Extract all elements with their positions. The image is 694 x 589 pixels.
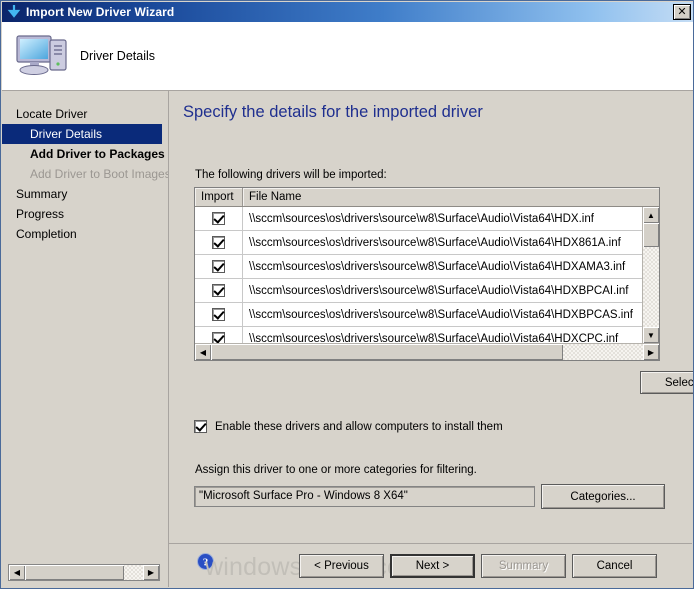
- row-file-name: \\sccm\sources\os\drivers\source\w8\Surf…: [249, 212, 594, 225]
- row-file-name: \\sccm\sources\os\drivers\source\w8\Surf…: [249, 284, 629, 297]
- previous-button[interactable]: < Previous: [299, 554, 384, 578]
- window-titlebar: Import New Driver Wizard ✕: [2, 2, 693, 22]
- sidebar-item-completion[interactable]: Completion: [2, 224, 168, 244]
- assign-categories-description: Assign this driver to one or more catego…: [195, 464, 477, 476]
- page-title: Specify the details for the imported dri…: [183, 103, 483, 121]
- table-body: \\sccm\sources\os\drivers\source\w8\Surf…: [195, 207, 642, 343]
- sidebar-scroll-thumb[interactable]: [25, 565, 125, 580]
- sidebar-item-locate-driver[interactable]: Locate Driver: [2, 104, 168, 124]
- enable-drivers-label: Enable these drivers and allow computers…: [215, 420, 503, 433]
- table-vscroll-thumb[interactable]: [643, 223, 659, 247]
- enable-drivers-row[interactable]: Enable these drivers and allow computers…: [194, 420, 503, 433]
- next-button[interactable]: Next >: [390, 554, 475, 578]
- select-all-button[interactable]: Select All: [640, 371, 693, 394]
- scroll-left-icon[interactable]: ◀: [9, 565, 25, 580]
- row-import-cell[interactable]: [195, 327, 243, 343]
- table-hscroll-thumb[interactable]: [211, 344, 563, 360]
- table-row[interactable]: \\sccm\sources\os\drivers\source\w8\Surf…: [195, 231, 642, 255]
- scroll-right-icon[interactable]: ▶: [143, 565, 159, 580]
- scroll-down-icon[interactable]: ▼: [643, 327, 659, 343]
- row-import-cell[interactable]: [195, 207, 243, 230]
- wizard-page-heading: Driver Details: [80, 49, 156, 63]
- sidebar-item-summary[interactable]: Summary: [2, 184, 168, 204]
- import-checkbox[interactable]: [212, 332, 225, 343]
- driver-list-caption: The following drivers will be imported:: [195, 169, 387, 181]
- table-vertical-scrollbar[interactable]: ▲ ▼: [642, 207, 659, 343]
- row-import-cell[interactable]: [195, 303, 243, 326]
- column-header-import[interactable]: Import: [195, 188, 243, 206]
- table-row[interactable]: \\sccm\sources\os\drivers\source\w8\Surf…: [195, 303, 642, 327]
- table-row[interactable]: \\sccm\sources\os\drivers\source\w8\Surf…: [195, 255, 642, 279]
- import-new-driver-wizard-window: Import New Driver Wizard ✕ Driver Detail…: [0, 0, 694, 589]
- table-header-row: Import File Name: [195, 188, 659, 207]
- categories-input[interactable]: "Microsoft Surface Pro - Windows 8 X64": [194, 486, 535, 507]
- sidebar-item-add-driver-to-boot-images: Add Driver to Boot Images: [30, 167, 169, 181]
- row-import-cell[interactable]: [195, 231, 243, 254]
- table-horizontal-scrollbar[interactable]: ◀ ▶: [195, 343, 659, 360]
- window-title: Import New Driver Wizard: [26, 5, 175, 19]
- column-header-file-name[interactable]: File Name: [243, 188, 659, 206]
- wizard-header: Driver Details: [2, 22, 693, 91]
- table-row[interactable]: \\sccm\sources\os\drivers\source\w8\Surf…: [195, 327, 642, 343]
- import-checkbox[interactable]: [212, 212, 225, 225]
- computer-icon: [14, 30, 70, 82]
- sidebar-item-progress[interactable]: Progress: [2, 204, 168, 224]
- row-file-name: \\sccm\sources\os\drivers\source\w8\Surf…: [249, 260, 626, 273]
- row-file-name: \\sccm\sources\os\drivers\source\w8\Surf…: [249, 332, 619, 344]
- summary-button: Summary: [481, 554, 566, 578]
- import-checkbox[interactable]: [212, 284, 225, 297]
- sidebar-item-driver-details[interactable]: Driver Details: [2, 124, 162, 144]
- table-row[interactable]: \\sccm\sources\os\drivers\source\w8\Surf…: [195, 279, 642, 303]
- wizard-main-panel: Specify the details for the imported dri…: [169, 91, 693, 545]
- table-hscroll-track[interactable]: [563, 344, 643, 360]
- enable-drivers-checkbox[interactable]: [194, 420, 207, 433]
- categories-button[interactable]: Categories...: [541, 484, 665, 509]
- row-file-name: \\sccm\sources\os\drivers\source\w8\Surf…: [249, 308, 633, 321]
- table-row[interactable]: \\sccm\sources\os\drivers\source\w8\Surf…: [195, 207, 642, 231]
- close-icon[interactable]: ✕: [673, 4, 691, 20]
- wizard-step-sidebar: Locate Driver Driver Details Add Driver …: [2, 91, 169, 587]
- scroll-right-icon[interactable]: ▶: [643, 344, 659, 360]
- row-import-cell[interactable]: [195, 255, 243, 278]
- import-checkbox[interactable]: [212, 308, 225, 321]
- sidebar-item-add-driver-to-packages[interactable]: Add Driver to Packages: [2, 144, 168, 164]
- sidebar-step-list: Locate Driver Driver Details Add Driver …: [2, 104, 168, 244]
- scroll-left-icon[interactable]: ◀: [195, 344, 211, 360]
- row-file-name: \\sccm\sources\os\drivers\source\w8\Surf…: [249, 236, 621, 249]
- import-arrow-icon: [6, 4, 22, 20]
- sidebar-horizontal-scrollbar[interactable]: ◀ ▶: [8, 564, 160, 581]
- import-checkbox[interactable]: [212, 236, 225, 249]
- row-import-cell[interactable]: [195, 279, 243, 302]
- driver-list-table: Import File Name \\sccm\sources\os\drive…: [194, 187, 660, 361]
- import-checkbox[interactable]: [212, 260, 225, 273]
- scroll-up-icon[interactable]: ▲: [643, 207, 659, 223]
- wizard-footer: ? windows-noob.com < Previous Next > Sum…: [169, 543, 692, 587]
- sidebar-scroll-track[interactable]: [25, 565, 143, 580]
- cancel-button[interactable]: Cancel: [572, 554, 657, 578]
